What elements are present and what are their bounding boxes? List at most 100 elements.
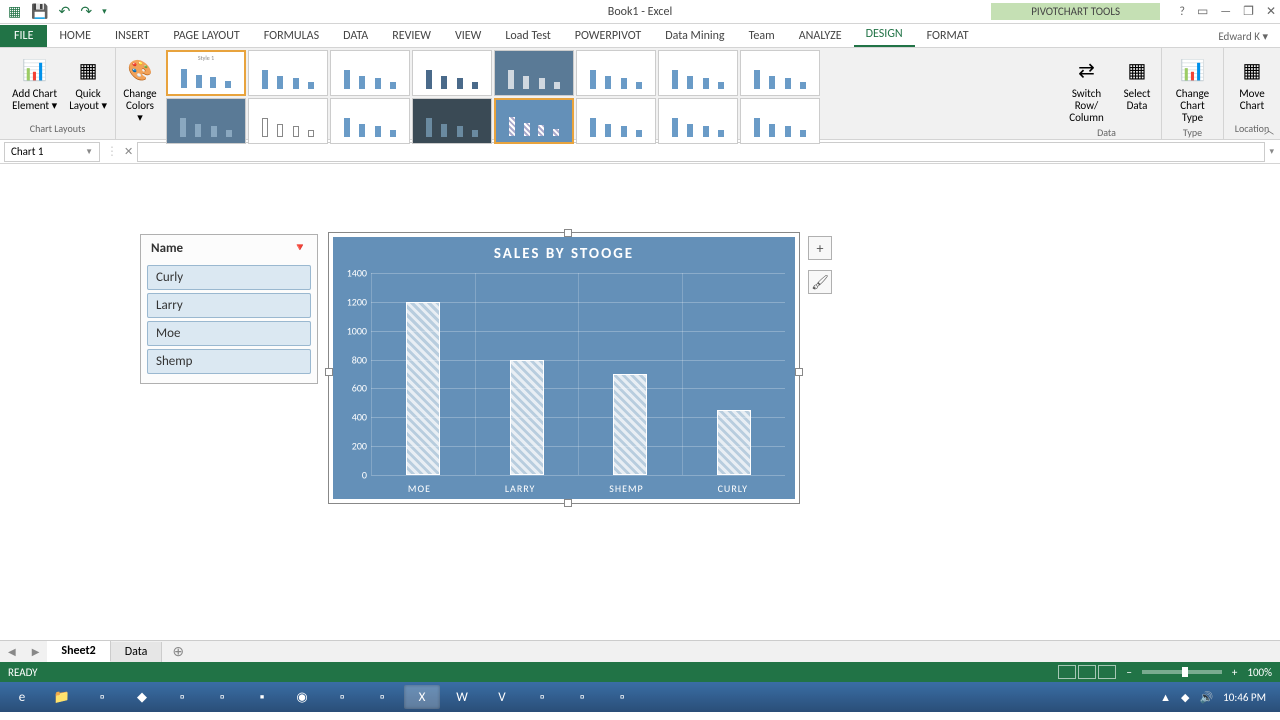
- chart-style-8[interactable]: [740, 50, 820, 96]
- zoom-slider[interactable]: [1142, 670, 1222, 674]
- minimize-icon[interactable]: —: [1220, 5, 1231, 19]
- redo-icon[interactable]: ↷: [80, 3, 92, 20]
- tab-home[interactable]: HOME: [47, 25, 103, 47]
- taskbar-ie-icon[interactable]: e: [4, 685, 40, 709]
- worksheet-area[interactable]: Name 🔻 Curly Larry Moe Shemp SALES BY ST…: [0, 164, 1280, 640]
- chart-style-12[interactable]: [412, 98, 492, 144]
- switch-row-column-button[interactable]: ⇄ Switch Row/ Column: [1058, 52, 1115, 126]
- tray-antivirus-icon[interactable]: ◆: [1181, 691, 1189, 704]
- close-icon[interactable]: ✕: [1266, 4, 1276, 19]
- ribbon-display-icon[interactable]: ▭: [1197, 4, 1208, 19]
- chart-style-5[interactable]: [494, 50, 574, 96]
- chart-style-14[interactable]: [576, 98, 656, 144]
- chart-style-2[interactable]: [248, 50, 328, 96]
- taskbar-app-icon[interactable]: ▫: [604, 685, 640, 709]
- tab-analyze[interactable]: ANALYZE: [787, 25, 854, 47]
- chart-style-13[interactable]: [494, 98, 574, 144]
- zoom-level[interactable]: 100%: [1247, 666, 1272, 679]
- formula-bar[interactable]: [137, 142, 1265, 162]
- taskbar-app-icon[interactable]: ▫: [324, 685, 360, 709]
- tray-volume-icon[interactable]: 🔊: [1199, 691, 1213, 704]
- select-data-button[interactable]: ▦ Select Data: [1119, 52, 1155, 126]
- zoom-in-button[interactable]: +: [1232, 666, 1237, 679]
- chart-title[interactable]: SALES BY STOOGE: [333, 237, 795, 267]
- tab-page-layout[interactable]: PAGE LAYOUT: [161, 25, 251, 47]
- sheet-tab-sheet2[interactable]: Sheet2: [47, 641, 110, 662]
- tab-formulas[interactable]: FORMULAS: [252, 25, 331, 47]
- tray-show-hidden-icon[interactable]: ▲: [1160, 691, 1171, 704]
- chart-style-9[interactable]: [166, 98, 246, 144]
- tray-clock[interactable]: 10:46 PM: [1223, 691, 1266, 704]
- tab-format[interactable]: FORMAT: [915, 25, 981, 47]
- sheet-tab-data[interactable]: Data: [111, 642, 163, 662]
- page-layout-view-button[interactable]: [1078, 665, 1096, 679]
- tab-design[interactable]: DESIGN: [854, 23, 915, 47]
- pivot-chart[interactable]: SALES BY STOOGE 020040060080010001200140…: [328, 232, 800, 504]
- chart-style-1[interactable]: Style 1: [166, 50, 246, 96]
- taskbar-app-icon[interactable]: ▫: [84, 685, 120, 709]
- page-break-view-button[interactable]: [1098, 665, 1116, 679]
- taskbar-app-icon[interactable]: ▫: [524, 685, 560, 709]
- collapse-ribbon-icon[interactable]: ︿: [1264, 122, 1274, 137]
- name-box-dropdown-icon[interactable]: ▼: [85, 147, 93, 157]
- expand-formula-bar-icon[interactable]: ▾: [1269, 146, 1274, 157]
- tab-review[interactable]: REVIEW: [380, 25, 443, 47]
- change-chart-type-button[interactable]: 📊 Change Chart Type: [1168, 52, 1217, 126]
- account-name[interactable]: Edward K ▾: [1206, 26, 1280, 47]
- undo-icon[interactable]: ↶: [59, 3, 71, 20]
- tab-data[interactable]: DATA: [331, 25, 380, 47]
- tab-file[interactable]: FILE: [0, 25, 47, 47]
- chart-style-16[interactable]: [740, 98, 820, 144]
- name-box[interactable]: Chart 1 ▼: [4, 142, 100, 162]
- chart-style-7[interactable]: [658, 50, 738, 96]
- add-chart-element-button[interactable]: 📊 Add Chart Element ▾: [6, 52, 63, 114]
- clear-filter-icon[interactable]: 🔻: [293, 241, 307, 256]
- move-chart-button[interactable]: ▦ Move Chart: [1230, 52, 1274, 114]
- plot-area[interactable]: [371, 273, 785, 475]
- taskbar-app-icon[interactable]: ▫: [564, 685, 600, 709]
- quick-layout-button[interactable]: ▦ Quick Layout ▾: [67, 52, 109, 114]
- chart-styles-button[interactable]: 🖌: [808, 270, 832, 294]
- restore-icon[interactable]: ❐: [1243, 4, 1254, 19]
- tab-view[interactable]: VIEW: [443, 25, 493, 47]
- taskbar-visio-icon[interactable]: V: [484, 685, 520, 709]
- taskbar-app-icon[interactable]: ▫: [164, 685, 200, 709]
- taskbar-app-icon[interactable]: ▫: [364, 685, 400, 709]
- tab-team[interactable]: Team: [737, 25, 787, 47]
- slicer-name[interactable]: Name 🔻 Curly Larry Moe Shemp: [140, 234, 318, 384]
- taskbar-app-icon[interactable]: ▫: [204, 685, 240, 709]
- taskbar-word-icon[interactable]: W: [444, 685, 480, 709]
- bar-curly[interactable]: [717, 410, 751, 475]
- tab-load-test[interactable]: Load Test: [493, 25, 562, 47]
- change-colors-button[interactable]: 🎨 Change Colors ▾: [121, 52, 158, 126]
- taskbar-app-icon[interactable]: ◆: [124, 685, 160, 709]
- slicer-item-curly[interactable]: Curly: [147, 265, 311, 290]
- chart-style-3[interactable]: [330, 50, 410, 96]
- add-sheet-button[interactable]: ⊕: [162, 643, 194, 660]
- save-icon[interactable]: 💾: [31, 3, 48, 20]
- taskbar-explorer-icon[interactable]: 📁: [44, 685, 80, 709]
- sheet-nav-prev[interactable]: ◀: [0, 645, 24, 658]
- taskbar-excel-icon[interactable]: X: [404, 685, 440, 709]
- chart-style-6[interactable]: [576, 50, 656, 96]
- chart-elements-button[interactable]: +: [808, 236, 832, 260]
- normal-view-button[interactable]: [1058, 665, 1076, 679]
- tab-powerpivot[interactable]: POWERPIVOT: [563, 25, 653, 47]
- chart-style-15[interactable]: [658, 98, 738, 144]
- slicer-item-shemp[interactable]: Shemp: [147, 349, 311, 374]
- chart-styles-gallery: Style 1: [164, 48, 822, 139]
- qat-customize-icon[interactable]: ▾: [102, 6, 107, 17]
- slicer-item-larry[interactable]: Larry: [147, 293, 311, 318]
- cancel-formula-icon[interactable]: ✕: [124, 145, 133, 158]
- tab-insert[interactable]: INSERT: [103, 25, 161, 47]
- help-icon[interactable]: ?: [1179, 5, 1185, 19]
- taskbar-chrome-icon[interactable]: ◉: [284, 685, 320, 709]
- chart-style-10[interactable]: [248, 98, 328, 144]
- taskbar-cmd-icon[interactable]: ▪: [244, 685, 280, 709]
- sheet-nav-next[interactable]: ▶: [24, 645, 48, 658]
- chart-style-4[interactable]: [412, 50, 492, 96]
- chart-style-11[interactable]: [330, 98, 410, 144]
- zoom-out-button[interactable]: −: [1126, 666, 1131, 679]
- tab-data-mining[interactable]: Data Mining: [653, 25, 736, 47]
- slicer-item-moe[interactable]: Moe: [147, 321, 311, 346]
